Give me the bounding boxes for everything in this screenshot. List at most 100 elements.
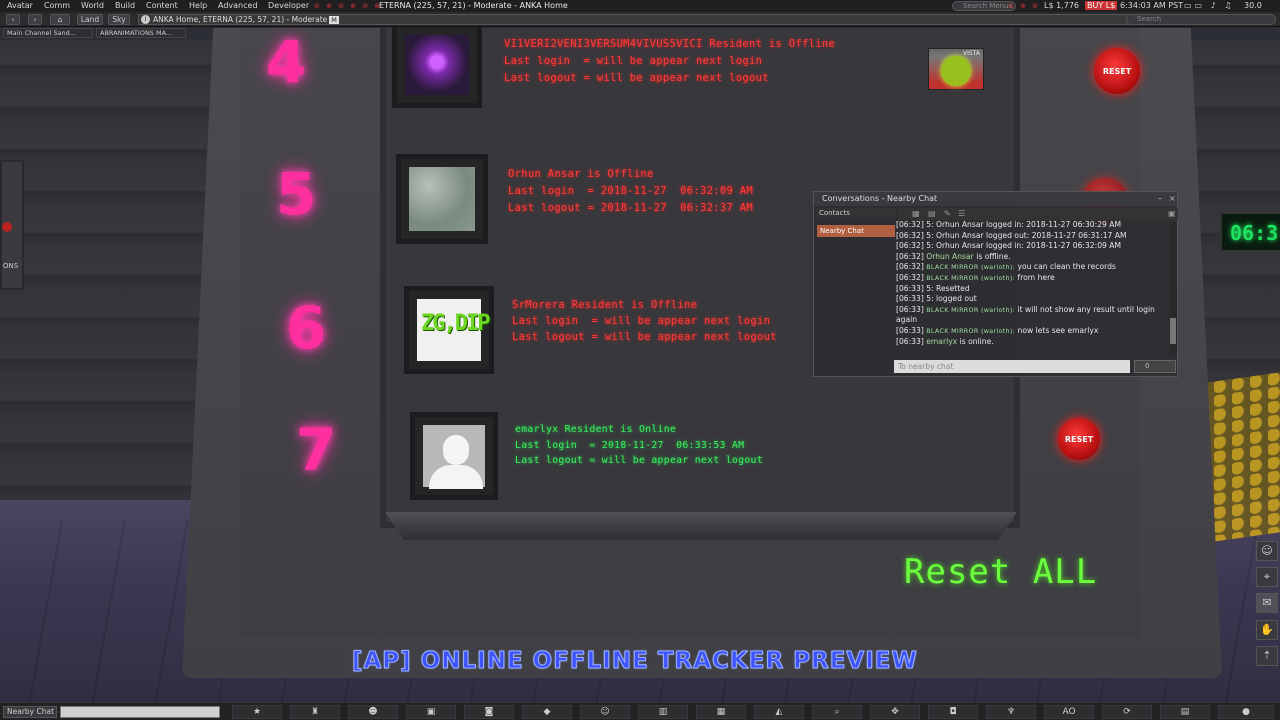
profile-frame-7[interactable] [410, 412, 498, 500]
chat-timestamp: [06:33] [896, 283, 927, 293]
chat-sender-name[interactable]: BLACK MIRROR (warloth): [926, 327, 1015, 335]
chat-text: 5: Orhun Ansar logged in: 2018-11-27 06:… [926, 220, 1122, 229]
home-button[interactable]: ⌂ [50, 14, 70, 25]
voice-button[interactable]: ♆ [986, 705, 1036, 719]
minimize-icon[interactable]: – [1158, 192, 1162, 206]
menu-content[interactable]: Content [146, 1, 178, 10]
chat-sender-name[interactable]: Orhun Ansar [926, 252, 974, 261]
map-button[interactable]: ▥ [638, 705, 688, 719]
favorite-landmark-1[interactable]: Main Channel Sand... [3, 28, 93, 38]
menu-world[interactable]: World [81, 1, 104, 10]
profile-picture-4 [405, 35, 469, 95]
shirt-icon: ♜ [310, 707, 320, 717]
nearby-chat-bar-input[interactable] [60, 706, 220, 718]
groups-button[interactable]: ☺ [580, 705, 630, 719]
chat-sidebar-button[interactable]: ✉ [1256, 593, 1278, 613]
map-icon: ▥ [658, 707, 668, 717]
media-controls-icons[interactable]: ▭▭ ♪ ♫ [1184, 1, 1234, 10]
participants-icon[interactable]: ▦ [912, 209, 920, 218]
favorite-landmark-2[interactable]: ABRANIMATIONS MA... [96, 28, 186, 38]
contacts-header[interactable]: Contacts [816, 208, 896, 219]
left-sign-text: ONS [3, 262, 19, 270]
chat-timestamp: [06:33] [896, 304, 927, 314]
chat-sender-name[interactable]: BLACK MIRROR (warloth): [926, 274, 1015, 282]
history-icon[interactable]: ▤ [928, 209, 936, 218]
profile-frame-6[interactable]: ZG,DIP [404, 286, 494, 374]
chat-log[interactable]: [06:32] 5: Orhun Ansar logged in: 2018-1… [896, 220, 1170, 356]
hand-icon: ✋ [1260, 623, 1274, 636]
chat-channel-spinner[interactable]: 0 [1134, 360, 1176, 373]
chat-sender-name[interactable]: BLACK MIRROR (warloth): [926, 306, 1015, 314]
status-line-name: Orhun Ansar is Offline [508, 168, 654, 180]
conversations-floater[interactable]: Conversations - Nearby Chat – × Contacts… [813, 191, 1178, 377]
rlv-button[interactable]: ⟳ [1102, 705, 1152, 719]
favorites-button[interactable]: ★ [232, 705, 282, 719]
ao-button[interactable]: AO [1044, 705, 1094, 719]
move-button[interactable]: ✥ [870, 705, 920, 719]
chat-text: 5: Orhun Ansar logged out: 2018-11-27 06… [926, 230, 1127, 240]
chat-sender-name[interactable]: BLACK MIRROR (warloth): [926, 263, 1015, 271]
chat-scrollbar[interactable] [1169, 222, 1177, 356]
search-button[interactable]: ⌕ [812, 705, 862, 719]
close-icon[interactable]: × [1169, 192, 1176, 206]
location-bar[interactable]: i ANKA Home, ETERNA (225, 57, 21) - Mode… [138, 14, 1174, 25]
sky-button[interactable]: Sky [108, 14, 130, 25]
profile-frame-5[interactable] [396, 154, 488, 244]
appearance-button[interactable]: ♜ [290, 705, 340, 719]
people-button[interactable]: ☻ [348, 705, 398, 719]
search-menus-input[interactable]: Search Menus [952, 1, 1016, 11]
status-line-logout: Last logout = will be appear next logout [512, 331, 777, 343]
profile-button[interactable]: ▣ [406, 705, 456, 719]
gestures-sidebar-button[interactable]: ✋ [1256, 620, 1278, 640]
radar-button[interactable]: ▤ [1160, 705, 1210, 719]
inventory-button[interactable]: ◆ [522, 705, 572, 719]
forward-button[interactable]: › [28, 14, 42, 25]
default-avatar-icon [423, 425, 485, 489]
balance-text[interactable]: L$ 1,776 [1044, 1, 1079, 10]
search-input[interactable]: Search [1126, 14, 1276, 25]
chat-text: you can clean the records [1015, 262, 1116, 272]
menu-help[interactable]: Help [189, 1, 207, 10]
reset-button-7[interactable]: RESET [1058, 418, 1100, 460]
menu-comm[interactable]: Comm [44, 1, 70, 10]
reset-all-button[interactable]: Reset ALL [904, 552, 1097, 592]
chat-timestamp: [06:33] [896, 336, 927, 346]
slot-status-7: emarlyx Resident is Online Last login = … [515, 422, 763, 469]
conversations-button[interactable]: ● [1218, 705, 1274, 719]
people-sidebar-button[interactable]: ☺ [1256, 541, 1278, 561]
camera-button[interactable]: ◘ [928, 705, 978, 719]
expand-icon[interactable]: ▣ [1168, 209, 1176, 218]
menu-developer[interactable]: Developer [268, 1, 309, 10]
menu-build[interactable]: Build [115, 1, 135, 10]
menu-avatar[interactable]: Avatar [7, 1, 33, 10]
conversations-titlebar[interactable]: Conversations - Nearby Chat – × [814, 192, 1177, 206]
buy-currency-button[interactable]: BUY L$ [1085, 1, 1118, 10]
back-button[interactable]: ‹ [6, 14, 20, 25]
profile-frame-4[interactable] [392, 22, 482, 108]
chat-sender-name[interactable]: emarlyx [926, 337, 957, 346]
options-icon[interactable]: ☰ [958, 209, 965, 218]
compose-icon[interactable]: ✎ [944, 209, 951, 218]
tab-nearby-chat[interactable]: Nearby Chat [817, 225, 895, 237]
move-sidebar-button[interactable]: ⇡ [1256, 646, 1278, 666]
arrow-up-icon: ⇡ [1262, 649, 1272, 662]
chat-scrollbar-thumb[interactable] [1170, 318, 1176, 344]
chat-message: [06:32] Orhun Ansar is offline. [896, 252, 1170, 263]
info-icon[interactable]: i [141, 15, 150, 24]
minimap-button[interactable]: ◭ [754, 705, 804, 719]
menu-advanced[interactable]: Advanced [218, 1, 258, 10]
nearby-chat-input[interactable]: To nearby chat [894, 360, 1130, 373]
people-icon: ☻ [368, 707, 378, 717]
search-icon: ⌕ [834, 707, 840, 717]
tag-icon: ◆ [543, 707, 551, 717]
power-switch[interactable]: VISTA [928, 48, 984, 90]
reset-button-4[interactable]: RESET [1094, 48, 1140, 94]
land-button[interactable]: Land [77, 14, 103, 25]
build-button[interactable]: ▦ [696, 705, 746, 719]
move-icon: ✥ [891, 707, 899, 717]
places-sidebar-button[interactable]: ⌖ [1256, 567, 1278, 587]
snapshot-button[interactable]: ◙ [464, 705, 514, 719]
profile-icon: ▣ [426, 707, 436, 717]
nearby-chat-button[interactable]: Nearby Chat [3, 706, 57, 718]
chat-text: is offline. [973, 251, 1011, 261]
